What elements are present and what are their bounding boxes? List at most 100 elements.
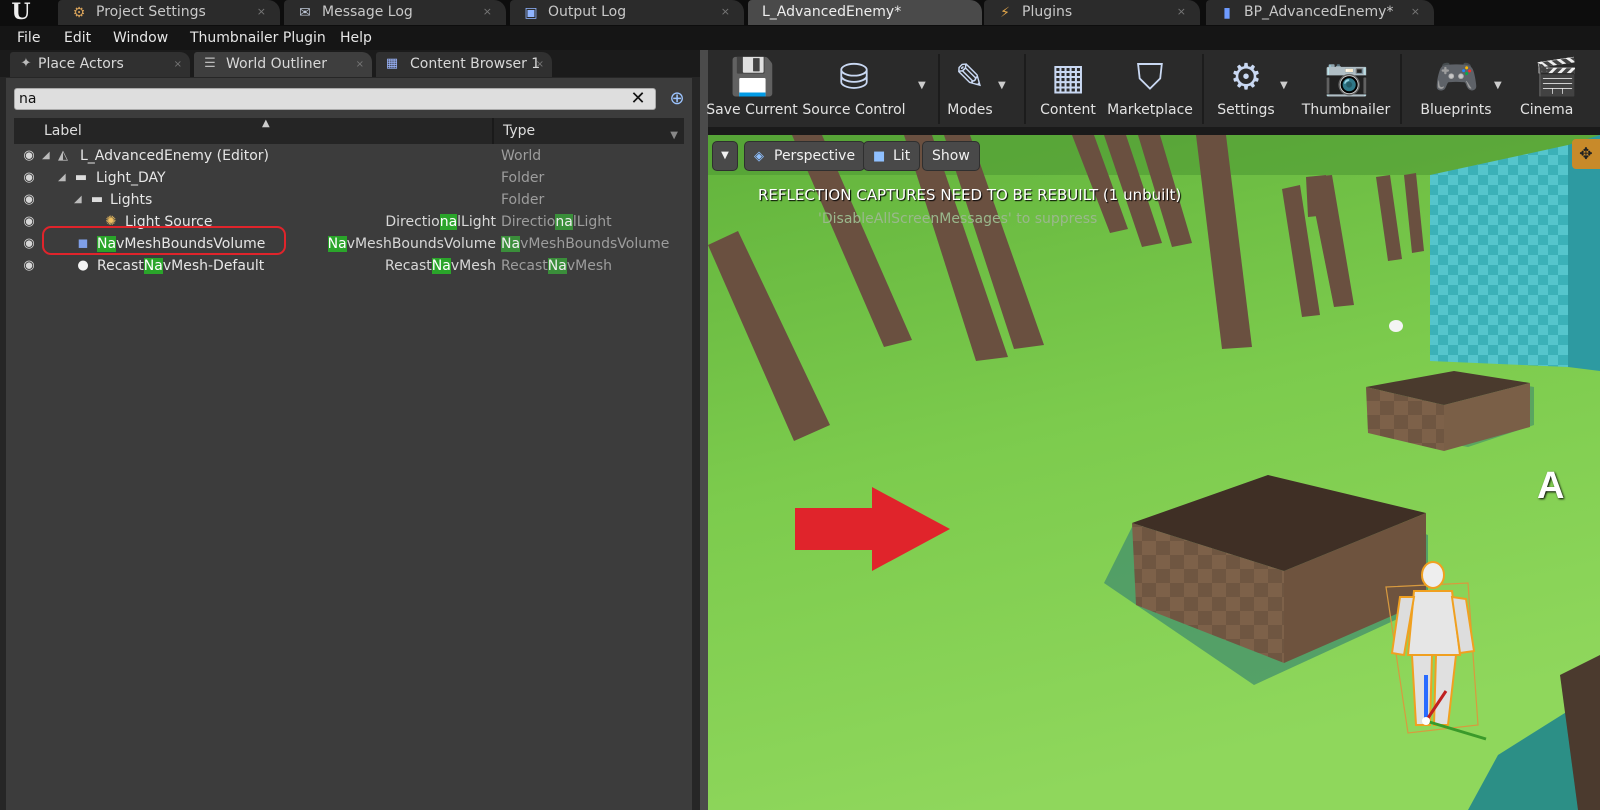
close-icon[interactable]: × — [257, 0, 266, 24]
tab-output-log[interactable]: ▣ Output Log × — [510, 0, 744, 25]
toolbar-label: Save Current — [706, 102, 798, 118]
settings-dropdown-icon[interactable]: ▼ — [1280, 80, 1288, 91]
close-icon[interactable]: × — [174, 52, 182, 77]
row-type: DirectionalLight — [501, 214, 612, 230]
tab-message-log[interactable]: ✉ Message Log × — [284, 0, 506, 25]
menu-edit[interactable]: Edit — [64, 26, 91, 50]
toolbar-label: Thumbnailer — [1301, 102, 1391, 118]
sphere-icon: ● — [77, 258, 89, 273]
menu-window[interactable]: Window — [113, 26, 168, 50]
suppress-hint: 'DisableAllScreenMessages' to suppress — [818, 211, 1098, 227]
settings-button[interactable]: ⚙ Settings — [1210, 50, 1282, 128]
menu-help[interactable]: Help — [340, 26, 372, 50]
folder-icon: ▬ — [90, 192, 104, 207]
add-filter-icon[interactable]: ⊕ — [666, 88, 688, 110]
table-row[interactable]: ◉ ◢ ◭ L_AdvancedEnemy (Editor) World — [14, 145, 684, 167]
panel-splitter[interactable] — [700, 50, 708, 810]
toolbar-label: Marketplace — [1107, 102, 1193, 118]
marketplace-icon: ⛉ — [1136, 57, 1164, 98]
close-icon[interactable]: × — [721, 0, 730, 24]
table-row[interactable]: ◉ ◢ ▬ Light_DAY Folder — [14, 167, 684, 189]
blueprints-button[interactable]: 🎮 Blueprints — [1410, 50, 1502, 128]
row-label: L_AdvancedEnemy (Editor) — [80, 148, 270, 164]
tab-world-outliner[interactable]: ☰ World Outliner × — [194, 52, 372, 77]
level-viewport[interactable]: ▼ ◈ Perspective ■ Lit Show ✥ REFLECTION CA… — [708, 135, 1600, 810]
content-icon: ▦ — [1050, 57, 1085, 98]
toolbar-label: Blueprints — [1420, 102, 1492, 118]
collapse-arrow-icon[interactable]: ◢ — [58, 167, 68, 189]
table-row[interactable]: ◉ ● RecastNavMesh-Default RecastNavMesh … — [14, 255, 684, 277]
visibility-eye-icon[interactable]: ◉ — [20, 192, 38, 208]
column-label[interactable]: Label — [44, 118, 82, 144]
show-button[interactable]: Show — [922, 141, 980, 171]
blueprint-icon: ▮ — [1223, 5, 1231, 21]
close-icon[interactable]: × — [356, 52, 364, 77]
menu-file[interactable]: File — [17, 26, 40, 50]
column-type[interactable]: Type — [503, 118, 535, 144]
toolbar-label: Content — [1040, 102, 1096, 118]
plug-icon: ⚡ — [1000, 5, 1010, 21]
search-box: ✕ — [14, 88, 656, 110]
column-divider[interactable] — [492, 118, 494, 144]
thumbnailer-button[interactable]: 📷 Thumbnailer — [1298, 50, 1394, 128]
cinematics-button[interactable]: 🎬 Cinema — [1512, 50, 1600, 128]
row-type: RecastNavMesh — [501, 258, 612, 274]
save-current-button[interactable]: 💾 Save Current — [704, 50, 800, 128]
left-panel: ✦ Place Actors × ☰ World Outliner × ▦ Co… — [0, 50, 700, 810]
tab-blueprint[interactable]: ▮ BP_AdvancedEnemy* × — [1206, 0, 1434, 25]
side-overlay-letter: A — [1537, 465, 1565, 507]
close-icon[interactable]: × — [483, 0, 492, 24]
show-label: Show — [932, 148, 970, 164]
unreal-logo[interactable]: U — [4, 0, 38, 26]
search-input[interactable] — [19, 90, 619, 108]
tab-content-browser[interactable]: ▦ Content Browser 1 × — [376, 52, 552, 77]
world-icon: ◭ — [58, 148, 68, 163]
content-button[interactable]: ▦ Content — [1030, 50, 1106, 128]
modes-dropdown-icon[interactable]: ▼ — [998, 80, 1006, 91]
column-options-icon[interactable]: ▼ — [670, 130, 678, 141]
toolbar-label: Source Control — [802, 102, 906, 118]
perspective-icon: ◈ — [754, 149, 764, 164]
visibility-eye-icon[interactable]: ◉ — [20, 148, 38, 164]
close-icon[interactable]: × — [1177, 0, 1186, 24]
cyan-wall — [1430, 145, 1568, 367]
source-control-dropdown-icon[interactable]: ▼ — [918, 80, 926, 91]
menu-bar: File Edit Window Thumbnailer Plugin Help — [0, 26, 1600, 50]
menu-thumbnailer-plugin[interactable]: Thumbnailer Plugin — [190, 26, 326, 50]
clear-search-icon[interactable]: ✕ — [629, 88, 647, 110]
tab-plugins[interactable]: ⚡ Plugins × — [984, 0, 1200, 25]
visibility-eye-icon[interactable]: ◉ — [20, 258, 38, 274]
sort-ascending-icon: ▲ — [262, 118, 270, 129]
tab-label: L_AdvancedEnemy* — [762, 4, 902, 20]
source-control-button[interactable]: ⛁ Source Control — [800, 50, 908, 128]
panel-tab-bar: ✦ Place Actors × ☰ World Outliner × ▦ Co… — [0, 50, 700, 77]
row-type: Folder — [501, 192, 545, 208]
modes-button[interactable]: ✎ Modes — [940, 50, 1000, 128]
visibility-eye-icon[interactable]: ◉ — [20, 214, 38, 230]
tab-label: Plugins — [1022, 4, 1073, 20]
place-actors-icon: ✦ — [20, 56, 32, 71]
collapse-arrow-icon[interactable]: ◢ — [74, 189, 84, 211]
tab-place-actors[interactable]: ✦ Place Actors × — [10, 52, 190, 77]
modes-icon: ✎ — [954, 57, 986, 98]
marketplace-button[interactable]: ⛉ Marketplace — [1102, 50, 1198, 128]
visibility-eye-icon[interactable]: ◉ — [20, 236, 38, 252]
close-icon[interactable]: × — [536, 52, 544, 77]
visibility-eye-icon[interactable]: ◉ — [20, 170, 38, 186]
blueprints-dropdown-icon[interactable]: ▼ — [1494, 80, 1502, 91]
column-header: Label ▲ Type ▼ — [14, 118, 684, 144]
tab-label: Project Settings — [96, 4, 206, 20]
close-icon[interactable]: × — [1411, 0, 1420, 24]
tab-project-settings[interactable]: ⚙ Project Settings × — [58, 0, 280, 25]
viewport-options-button[interactable]: ▼ — [712, 141, 738, 171]
row-actor-class: RecastNavMesh — [385, 258, 496, 274]
toolbar-separator — [1024, 54, 1026, 124]
tab-level[interactable]: L_AdvancedEnemy* — [748, 0, 982, 25]
table-row[interactable]: ◉ ◢ ▬ Lights Folder — [14, 189, 684, 211]
collapse-arrow-icon[interactable]: ◢ — [42, 145, 52, 167]
maximize-viewport-icon[interactable]: ✥ — [1572, 139, 1600, 169]
row-actor-class: DirectionalLight — [385, 214, 496, 230]
tab-label: Message Log — [322, 4, 413, 20]
perspective-button[interactable]: ◈ Perspective — [744, 141, 866, 171]
lit-button[interactable]: ■ Lit — [863, 141, 921, 171]
